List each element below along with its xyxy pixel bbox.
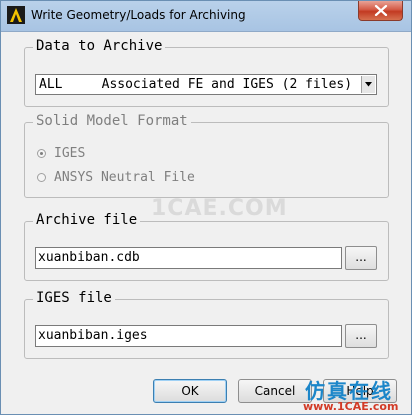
- ansys-logo-icon: [7, 6, 25, 24]
- solid-model-format-group: Solid Model Format IGES ANSYS Neutral Fi…: [24, 112, 389, 198]
- data-to-archive-label: Data to Archive: [33, 37, 166, 55]
- radio-checked-icon: [37, 149, 46, 158]
- data-to-archive-value: ALL Associated FE and IGES (2 files): [39, 77, 353, 92]
- window-title: Write Geometry/Loads for Archiving: [31, 8, 246, 22]
- archive-file-input[interactable]: xuanbiban.cdb: [35, 247, 342, 269]
- radio-iges-label: IGES: [54, 146, 86, 161]
- archive-file-label: Archive file: [33, 211, 141, 229]
- radio-unchecked-icon: [37, 173, 46, 182]
- iges-file-group: IGES file xuanbiban.iges ...: [24, 289, 389, 359]
- iges-file-label: IGES file: [33, 289, 115, 307]
- radio-ansys-neutral-label: ANSYS Neutral File: [54, 170, 195, 185]
- ok-button[interactable]: OK: [153, 379, 227, 403]
- archive-file-group: Archive file xuanbiban.cdb ...: [24, 211, 389, 281]
- iges-file-browse-button[interactable]: ...: [345, 324, 377, 348]
- close-icon: [374, 5, 388, 16]
- cancel-button[interactable]: Cancel: [238, 379, 312, 403]
- radio-iges[interactable]: IGES: [37, 145, 85, 163]
- dropdown-button[interactable]: [361, 76, 375, 93]
- dialog-window: Write Geometry/Loads for Archiving Data …: [0, 0, 412, 415]
- watermark-text: 1CAE.COM: [151, 196, 288, 221]
- close-button[interactable]: [358, 1, 403, 21]
- chevron-down-icon: [365, 82, 372, 87]
- title-bar[interactable]: Write Geometry/Loads for Archiving: [1, 1, 411, 32]
- data-to-archive-group: Data to Archive ALL Associated FE and IG…: [24, 37, 389, 107]
- iges-file-input[interactable]: xuanbiban.iges: [35, 325, 342, 347]
- help-button[interactable]: Help: [323, 379, 397, 403]
- radio-ansys-neutral-file[interactable]: ANSYS Neutral File: [37, 169, 195, 187]
- data-to-archive-select[interactable]: ALL Associated FE and IGES (2 files): [35, 74, 377, 95]
- solid-model-format-label: Solid Model Format: [33, 112, 191, 130]
- archive-file-browse-button[interactable]: ...: [345, 246, 377, 270]
